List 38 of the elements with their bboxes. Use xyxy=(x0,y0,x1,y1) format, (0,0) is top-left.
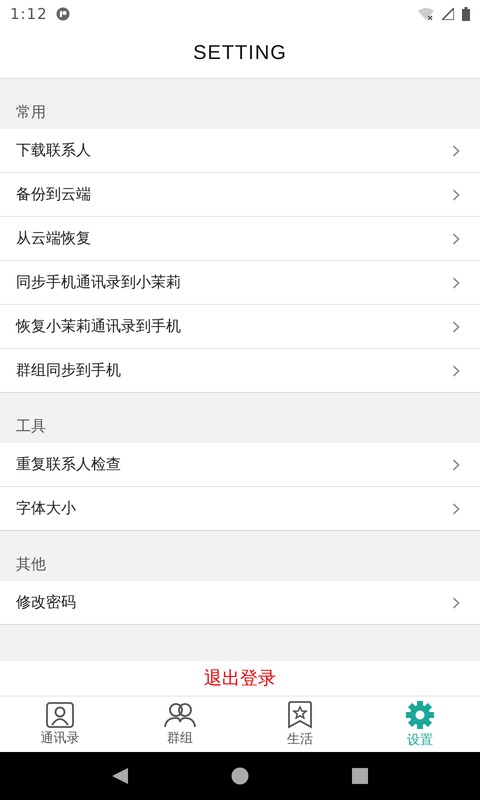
settings-item[interactable]: 备份到云端 xyxy=(0,173,480,217)
logout-button[interactable]: 退出登录 xyxy=(0,661,480,695)
page-title: SETTING xyxy=(193,42,287,64)
wifi-off-icon xyxy=(418,8,434,20)
chevron-right-icon xyxy=(452,458,460,470)
settings-item[interactable]: 下载联系人 xyxy=(0,129,480,173)
settings-item[interactable]: 同步手机通讯录到小茉莉 xyxy=(0,261,480,305)
section-title: 常用 xyxy=(15,102,47,123)
tab[interactable]: 群组 xyxy=(120,697,240,752)
notification-icon xyxy=(56,7,70,21)
tab[interactable]: 生活 xyxy=(240,697,360,752)
settings-item[interactable]: 恢复小茉莉通讯录到手机 xyxy=(0,305,480,349)
home-icon[interactable] xyxy=(231,767,249,785)
chevron-right-icon xyxy=(452,502,460,514)
chevron-right-icon xyxy=(452,596,460,608)
contact-card-icon xyxy=(45,702,75,728)
star-bookmark-icon xyxy=(287,701,313,729)
back-icon[interactable] xyxy=(111,767,129,785)
chevron-right-icon xyxy=(452,364,460,376)
section-title: 工具 xyxy=(15,416,47,437)
settings-item[interactable]: 群组同步到手机 xyxy=(0,349,480,393)
settings-item[interactable]: 从云端恢复 xyxy=(0,217,480,261)
chevron-right-icon xyxy=(452,188,460,200)
settings-item[interactable]: 重复联系人检查 xyxy=(0,443,480,487)
battery-icon xyxy=(462,7,470,21)
chevron-right-icon xyxy=(452,144,460,156)
chevron-right-icon xyxy=(452,320,460,332)
status-time: 1:12 xyxy=(10,5,48,23)
settings-item[interactable]: 字体大小 xyxy=(0,487,480,531)
section-title: 其他 xyxy=(15,554,47,575)
chevron-right-icon xyxy=(452,276,460,288)
people-icon xyxy=(164,702,196,728)
recents-icon[interactable] xyxy=(351,767,369,785)
tab[interactable]: 通讯录 xyxy=(0,697,120,752)
signal-icon xyxy=(442,8,454,20)
settings-item[interactable]: 修改密码 xyxy=(0,581,480,625)
chevron-right-icon xyxy=(452,232,460,244)
gear-icon xyxy=(405,700,435,730)
